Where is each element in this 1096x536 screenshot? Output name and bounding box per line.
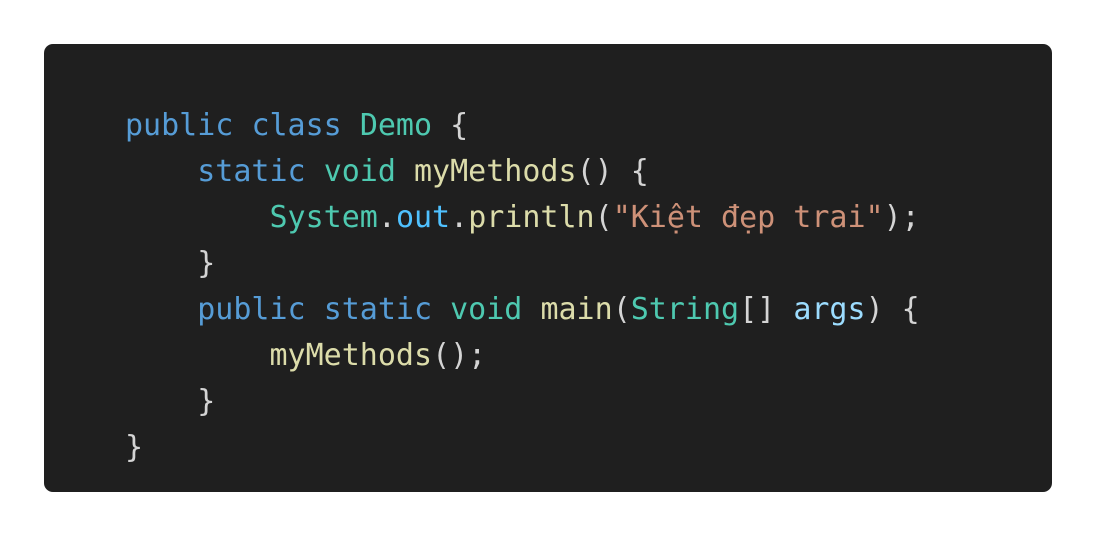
code-token: args bbox=[793, 292, 866, 327]
code-token: void bbox=[450, 292, 523, 327]
code-token: } bbox=[125, 430, 144, 465]
code-token: public bbox=[197, 292, 306, 327]
code-token: out bbox=[395, 200, 451, 235]
code-line: public class Demo { bbox=[125, 103, 1052, 149]
code-line: myMethods(); bbox=[125, 333, 1052, 379]
code-token: { bbox=[432, 108, 469, 143]
code-token: [] bbox=[739, 292, 794, 327]
code-line: } bbox=[125, 241, 1052, 287]
code-token: } bbox=[125, 384, 216, 419]
code-token: } bbox=[125, 246, 216, 281]
code-line: } bbox=[125, 379, 1052, 425]
code-token: void bbox=[323, 154, 396, 189]
code-token: ) { bbox=[865, 292, 920, 327]
code-token: (); bbox=[432, 338, 487, 373]
code-token: . bbox=[377, 200, 396, 235]
code-line: static void myMethods() { bbox=[125, 149, 1052, 195]
code-token: myMethods bbox=[414, 154, 577, 189]
code-token: ( bbox=[594, 200, 613, 235]
code-token: public bbox=[125, 108, 234, 143]
code-token: . bbox=[450, 200, 469, 235]
code-token: "Kiệt đẹp trai" bbox=[612, 200, 884, 235]
code-token: () { bbox=[576, 154, 649, 189]
code-token: System bbox=[269, 200, 378, 235]
code-token: println bbox=[468, 200, 595, 235]
code-token: myMethods bbox=[269, 338, 433, 373]
code-line: } bbox=[125, 425, 1052, 471]
code-line: public static void main(String[] args) { bbox=[125, 287, 1052, 333]
code-content: public class Demo { static void myMethod… bbox=[125, 108, 1052, 490]
code-line: System.out.println("Kiệt đẹp trai"); bbox=[125, 195, 1052, 241]
code-token: class bbox=[251, 108, 342, 143]
code-block: public class Demo { static void myMethod… bbox=[44, 44, 1052, 492]
code-token: ( bbox=[612, 292, 631, 327]
code-token: static bbox=[197, 154, 306, 189]
code-token: String bbox=[630, 292, 740, 327]
code-token: Demo bbox=[359, 108, 433, 143]
code-token: main bbox=[540, 292, 613, 327]
code-token: static bbox=[323, 292, 433, 327]
code-token: ); bbox=[883, 200, 920, 235]
